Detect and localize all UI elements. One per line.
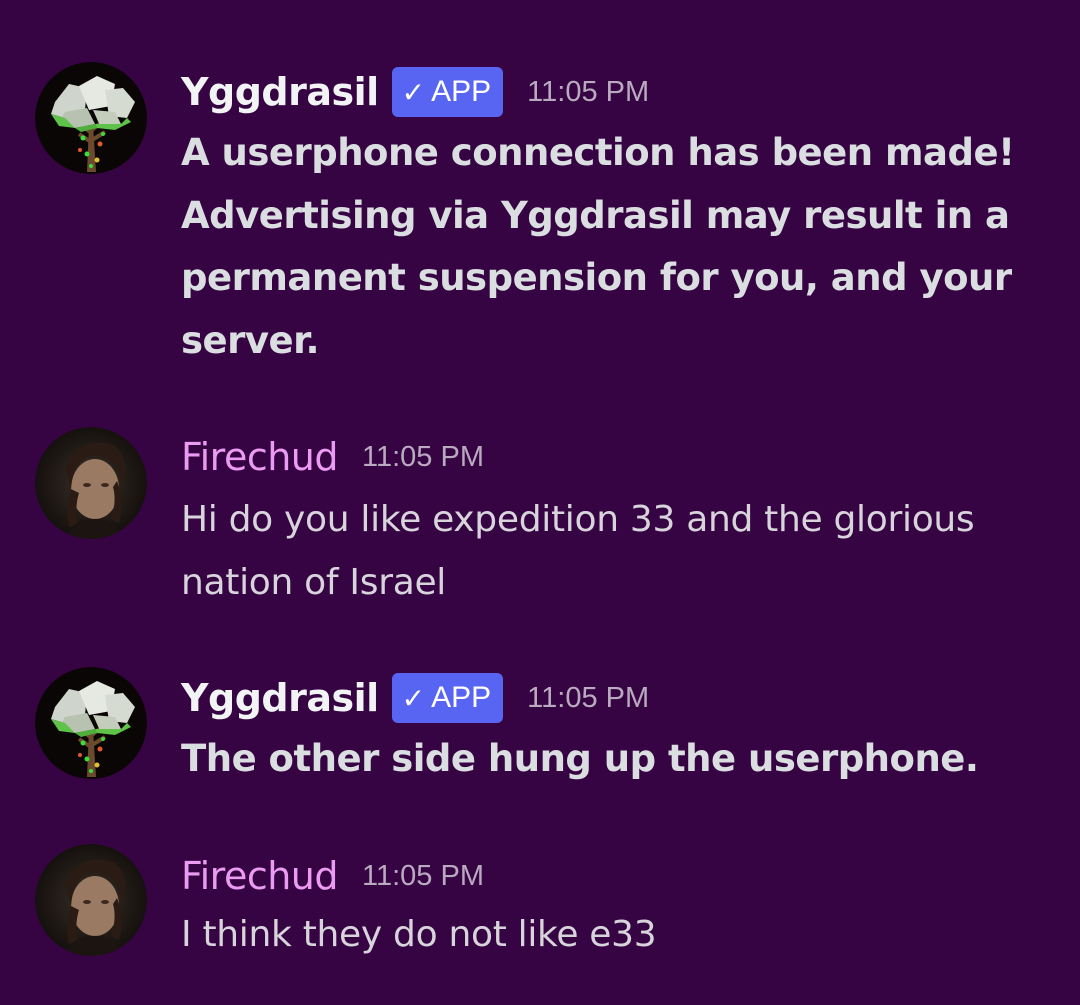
message-header: Yggdrasil ✓ APP 11:05 PM [181, 668, 649, 728]
message-header: Firechud 11:05 PM [181, 427, 484, 487]
badge-label: APP [431, 75, 492, 108]
message-text: The other side hung up the userphone. [181, 737, 979, 780]
message-text: I think they do not like e33 [181, 914, 657, 955]
avatar-photo [35, 844, 147, 956]
checkmark-icon: ✓ [401, 682, 426, 714]
message-header: Yggdrasil ✓ APP 11:05 PM [181, 62, 649, 122]
author-name[interactable]: Firechud [181, 435, 339, 479]
avatar-photo [35, 427, 147, 539]
tree-avatar[interactable] [35, 62, 147, 174]
tree-icon [35, 667, 147, 779]
timestamp[interactable]: 11:05 PM [362, 860, 484, 893]
tree-icon [35, 62, 147, 174]
app-badge: ✓ APP [391, 67, 504, 117]
timestamp[interactable]: 11:05 PM [362, 441, 484, 474]
badge-label: APP [431, 681, 492, 714]
message-text: Hi do you like expedition 33 and the glo… [181, 499, 975, 603]
message-text: A userphone connection has been made! Ad… [181, 131, 1015, 362]
checkmark-icon: ✓ [401, 76, 426, 108]
author-name[interactable]: Yggdrasil [181, 70, 379, 114]
chat-log: Yggdrasil ✓ APP 11:05 PM A userphone con… [0, 0, 1080, 1005]
message-header: Firechud 11:05 PM [181, 846, 484, 906]
user-avatar[interactable] [35, 427, 147, 539]
timestamp[interactable]: 11:05 PM [527, 76, 649, 109]
timestamp[interactable]: 11:05 PM [527, 682, 649, 715]
author-name[interactable]: Yggdrasil [181, 676, 379, 720]
app-badge: ✓ APP [391, 673, 504, 723]
tree-avatar[interactable] [35, 667, 147, 779]
author-name[interactable]: Firechud [181, 854, 339, 898]
user-avatar[interactable] [35, 844, 147, 956]
